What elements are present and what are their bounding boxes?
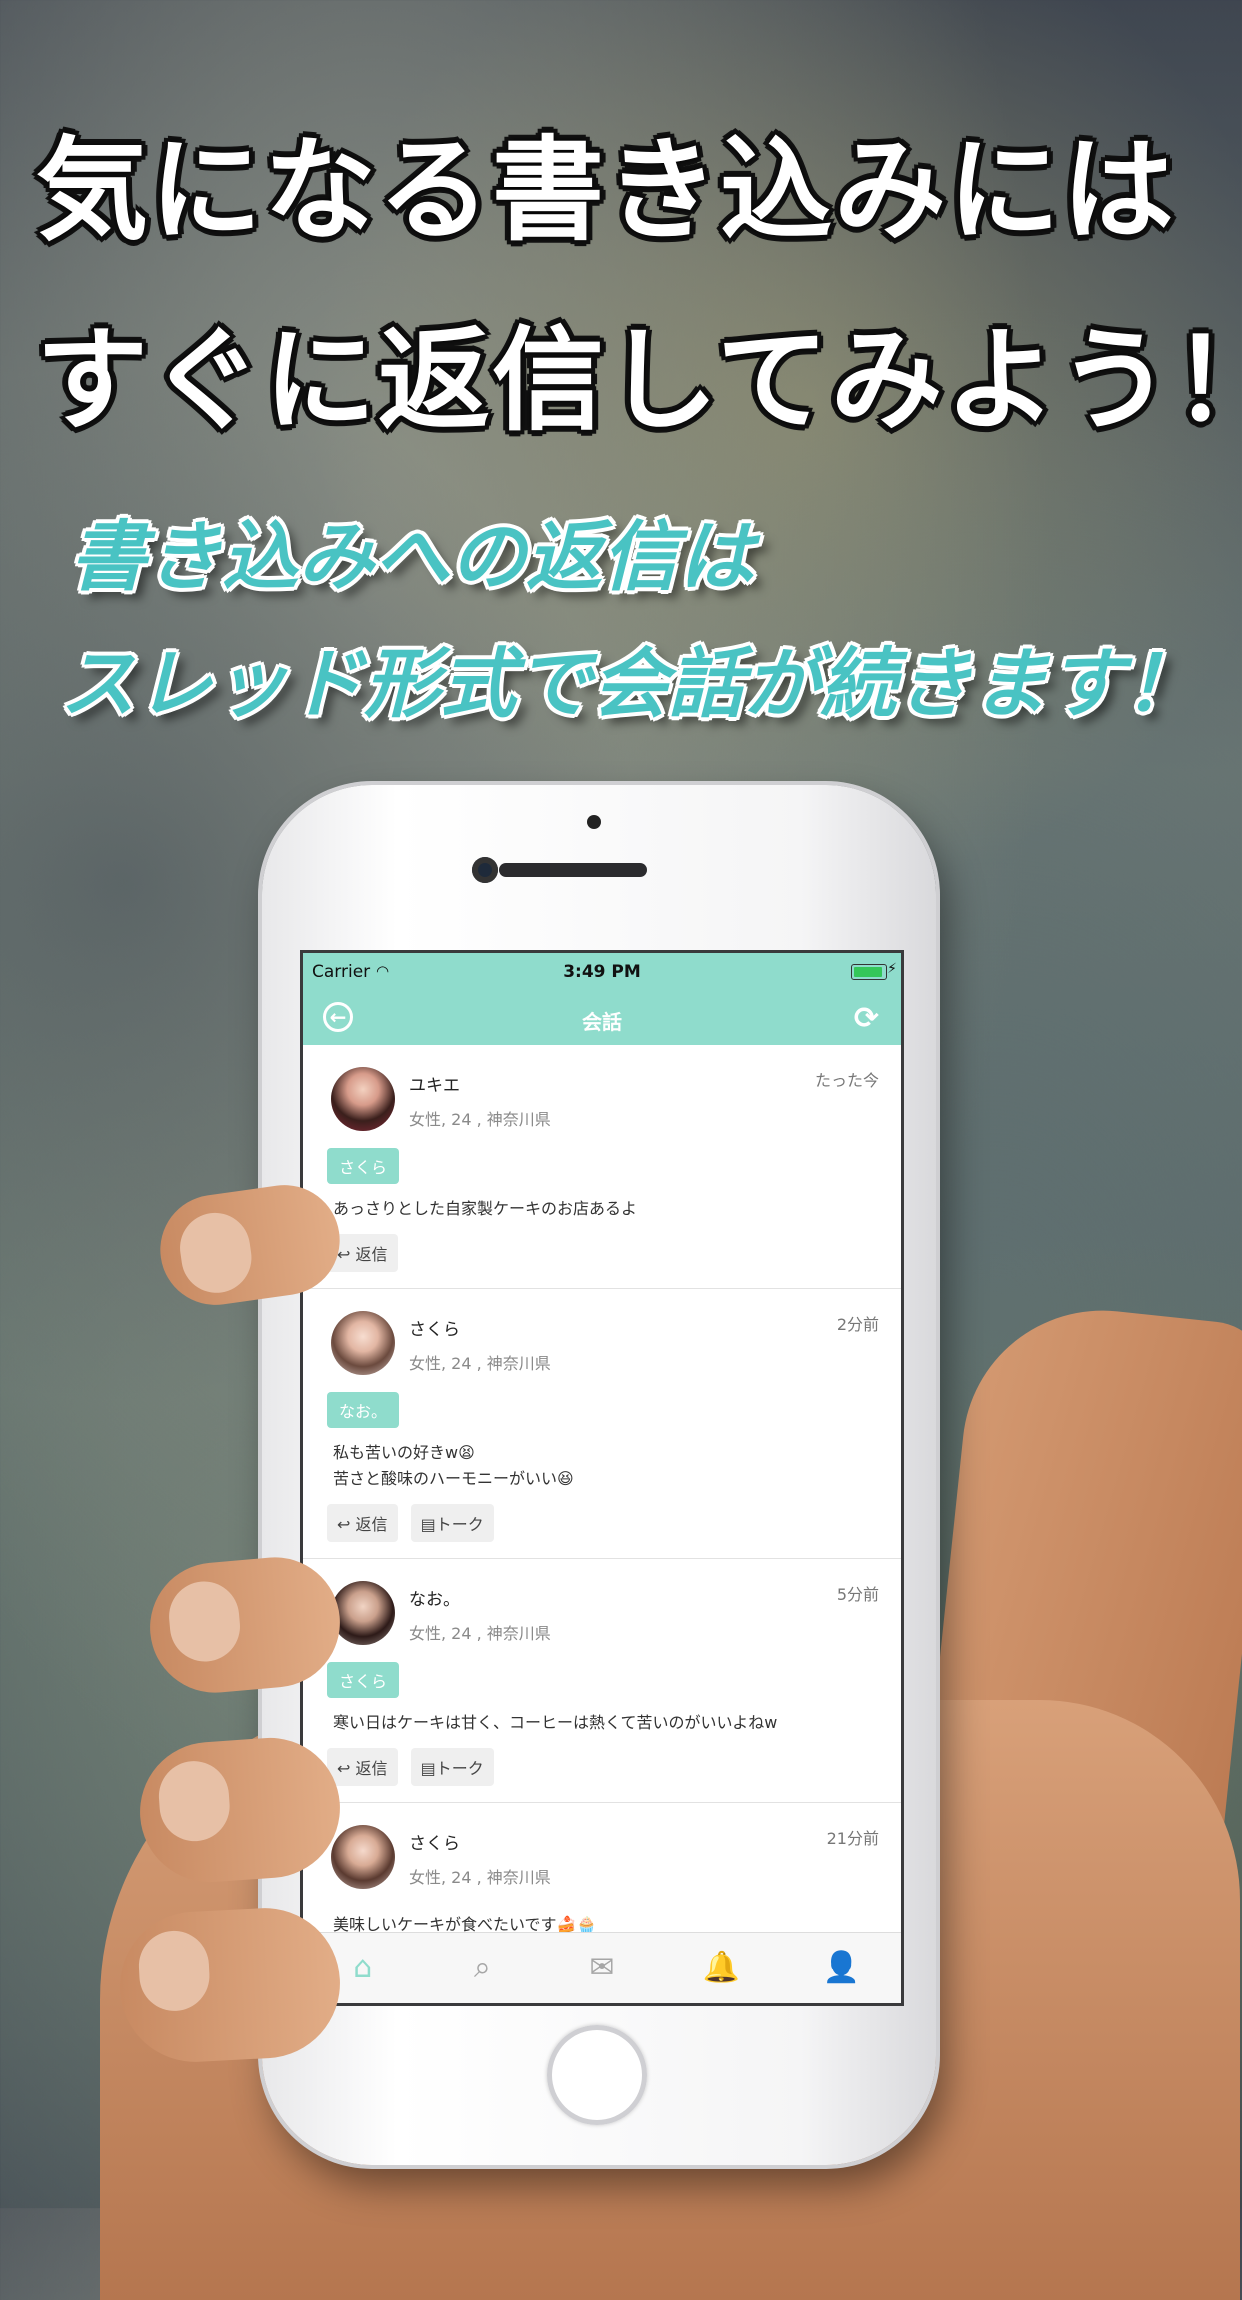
bell-icon[interactable]: 🔔 bbox=[697, 1946, 747, 1990]
conversation-feed[interactable]: ユキエ 女性, 24 , 神奈川県 たった今 さくら あっさりとした自家製ケーキ… bbox=[303, 1045, 901, 1933]
list-item[interactable]: ユキエ 女性, 24 , 神奈川県 たった今 さくら あっさりとした自家製ケーキ… bbox=[303, 1045, 901, 1289]
phone-sensor bbox=[587, 815, 601, 829]
search-icon[interactable]: ⌕ bbox=[457, 1946, 507, 1990]
refresh-icon[interactable]: ⟳ bbox=[854, 1001, 879, 1036]
post-time: 2分前 bbox=[836, 1315, 879, 1334]
reply-button[interactable]: ↩ 返信 bbox=[327, 1504, 398, 1542]
hand-finger bbox=[116, 1904, 344, 2066]
status-bar: Carrier ◠ 3:49 PM ⚡ bbox=[303, 953, 901, 993]
user-meta: 女性, 24 , 神奈川県 bbox=[409, 1624, 551, 1643]
headline-line-1: 気になる書き込みには bbox=[36, 126, 1176, 256]
fingernail bbox=[156, 1758, 232, 1844]
reply-to-tag[interactable]: さくら bbox=[327, 1148, 400, 1184]
avatar[interactable] bbox=[331, 1311, 395, 1375]
clock: 3:49 PM bbox=[563, 962, 641, 982]
page-title: 会話 bbox=[582, 1010, 622, 1034]
talk-button[interactable]: ▤トーク bbox=[410, 1748, 494, 1786]
nav-bar: ← 会話 ⟳ bbox=[303, 993, 901, 1045]
user-name: ユキエ bbox=[409, 1076, 460, 1096]
post-time: たった今 bbox=[814, 1071, 879, 1090]
avatar[interactable] bbox=[331, 1067, 395, 1131]
phone-screen: Carrier ◠ 3:49 PM ⚡ ← 会話 ⟳ ユキエ 女性, 24 , … bbox=[300, 950, 904, 2006]
avatar[interactable] bbox=[331, 1581, 395, 1645]
charging-icon: ⚡ bbox=[887, 961, 897, 977]
fingernail bbox=[137, 1929, 212, 2013]
subheadline-line-1: 書き込みへの返信は bbox=[70, 512, 754, 601]
post-body: 私も苦いの好きw😫 苦さと酸味のハーモニーがいい😆 bbox=[333, 1443, 574, 1488]
reply-icon: ↩ bbox=[337, 1759, 356, 1778]
avatar[interactable] bbox=[331, 1825, 395, 1889]
battery-icon bbox=[851, 964, 887, 980]
post-body: 美味しいケーキが食べたいです🍰🧁 bbox=[333, 1915, 597, 1933]
user-meta: 女性, 24 , 神奈川県 bbox=[409, 1868, 551, 1887]
earpiece-speaker bbox=[499, 863, 647, 877]
user-name: さくら bbox=[409, 1834, 460, 1854]
user-name: なお。 bbox=[409, 1590, 460, 1610]
reply-button[interactable]: ↩ 返信 bbox=[327, 1748, 398, 1786]
talk-label: トーク bbox=[435, 1759, 484, 1778]
reply-to-tag[interactable]: なお。 bbox=[327, 1392, 400, 1428]
home-button[interactable] bbox=[547, 2025, 647, 2125]
reply-icon: ↩ bbox=[337, 1245, 356, 1264]
profile-icon[interactable]: 👤 bbox=[816, 1946, 866, 1990]
list-item[interactable]: さくら 女性, 24 , 神奈川県 2分前 なお。 私も苦いの好きw😫 苦さと酸… bbox=[303, 1289, 901, 1559]
phone-device: Carrier ◠ 3:49 PM ⚡ ← 会話 ⟳ ユキエ 女性, 24 , … bbox=[262, 785, 936, 2165]
post-time: 5分前 bbox=[836, 1585, 879, 1604]
post-body: あっさりとした自家製ケーキのお店あるよ bbox=[333, 1199, 638, 1218]
reply-icon: ↩ bbox=[337, 1515, 356, 1534]
fingernail bbox=[166, 1578, 243, 1665]
talk-label: トーク bbox=[435, 1515, 484, 1534]
subheadline-line-2: スレッド形式で会話が続きます！ bbox=[60, 639, 1200, 728]
user-name: さくら bbox=[409, 1320, 460, 1340]
user-meta: 女性, 24 , 神奈川県 bbox=[409, 1354, 551, 1373]
reply-to-tag[interactable]: さくら bbox=[327, 1662, 400, 1698]
list-item[interactable]: さくら 女性, 24 , 神奈川県 21分前 美味しいケーキが食べたいです🍰🧁 bbox=[303, 1803, 901, 1933]
talk-icon: ▤ bbox=[420, 1515, 436, 1534]
chat-icon[interactable]: ✉ bbox=[577, 1946, 627, 1990]
fingernail bbox=[175, 1208, 256, 1298]
user-meta: 女性, 24 , 神奈川県 bbox=[409, 1110, 551, 1129]
tab-bar: ⌂ ⌕ ✉ 🔔 👤 bbox=[303, 1932, 901, 2003]
talk-icon: ▤ bbox=[420, 1759, 436, 1778]
reply-label: 返信 bbox=[355, 1515, 388, 1534]
headline-line-2: すぐに返信してみよう！ bbox=[36, 316, 1242, 446]
reply-label: 返信 bbox=[355, 1245, 388, 1264]
list-item[interactable]: なお。 女性, 24 , 神奈川県 5分前 さくら 寒い日はケーキは甘く、コーヒ… bbox=[303, 1559, 901, 1803]
front-camera bbox=[472, 857, 498, 883]
talk-button[interactable]: ▤トーク bbox=[410, 1504, 494, 1542]
reply-label: 返信 bbox=[355, 1759, 388, 1778]
post-time: 21分前 bbox=[826, 1829, 879, 1848]
post-body: 寒い日はケーキは甘く、コーヒーは熱くて苦いのがいいよねw bbox=[333, 1713, 778, 1732]
home-icon[interactable]: ⌂ bbox=[338, 1946, 388, 1990]
